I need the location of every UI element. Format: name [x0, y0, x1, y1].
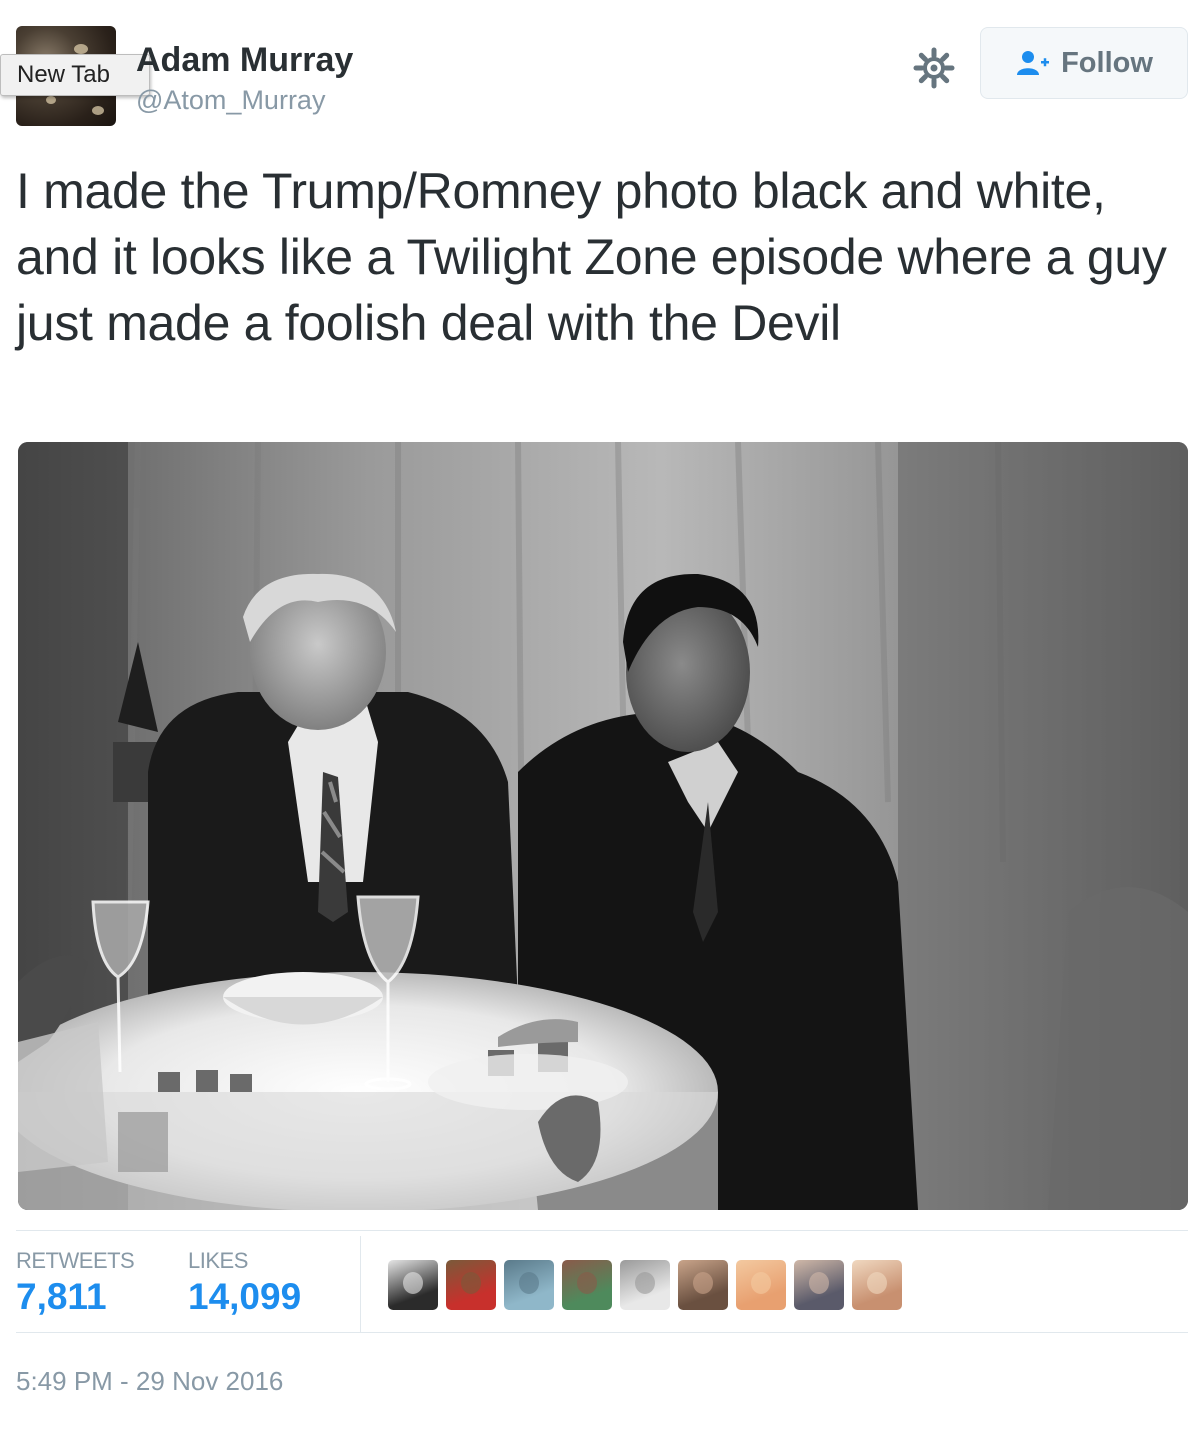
- liker-avatars: [388, 1260, 902, 1310]
- liker-face: [809, 1272, 829, 1294]
- liker-avatar-8[interactable]: [794, 1260, 844, 1310]
- stats-separator: [360, 1236, 361, 1332]
- follow-button-label: Follow: [1061, 46, 1153, 79]
- liker-face: [519, 1272, 539, 1294]
- stats-divider-top: [16, 1230, 1188, 1231]
- tweet-text: I made the Trump/Romney photo black and …: [16, 163, 1167, 351]
- liker-avatar-7[interactable]: [736, 1260, 786, 1310]
- author-handle[interactable]: @Atom_Murray: [136, 84, 325, 116]
- tweet-photo[interactable]: [18, 442, 1188, 1210]
- add-user-icon: [1017, 51, 1050, 75]
- liker-face: [461, 1272, 481, 1294]
- liker-avatar-9[interactable]: [852, 1260, 902, 1310]
- stats-divider-bottom: [16, 1332, 1188, 1333]
- liker-face: [751, 1272, 771, 1294]
- liker-face: [693, 1272, 713, 1294]
- liker-avatar-1[interactable]: [388, 1260, 438, 1310]
- likes-label: LIKES: [188, 1248, 248, 1273]
- liker-face: [867, 1272, 887, 1294]
- retweets-count[interactable]: 7,811: [16, 1276, 107, 1318]
- liker-avatar-2[interactable]: [446, 1260, 496, 1310]
- author-name[interactable]: Adam Murray: [136, 40, 353, 80]
- new-tab-tooltip: New Tab: [0, 54, 150, 96]
- tweet-card: New Tab Adam Murray @Atom_Murray Follow …: [0, 0, 1200, 1433]
- gear-icon[interactable]: [912, 46, 956, 90]
- liker-face: [403, 1272, 423, 1294]
- liker-avatar-5[interactable]: [620, 1260, 670, 1310]
- retweets-label: RETWEETS: [16, 1248, 135, 1273]
- likes-count[interactable]: 14,099: [188, 1276, 301, 1318]
- tweet-timestamp[interactable]: 5:49 PM - 29 Nov 2016: [16, 1366, 283, 1397]
- liker-face: [635, 1272, 655, 1294]
- liker-avatar-4[interactable]: [562, 1260, 612, 1310]
- follow-button[interactable]: Follow: [980, 27, 1188, 99]
- liker-avatar-3[interactable]: [504, 1260, 554, 1310]
- liker-face: [577, 1272, 597, 1294]
- liker-avatar-6[interactable]: [678, 1260, 728, 1310]
